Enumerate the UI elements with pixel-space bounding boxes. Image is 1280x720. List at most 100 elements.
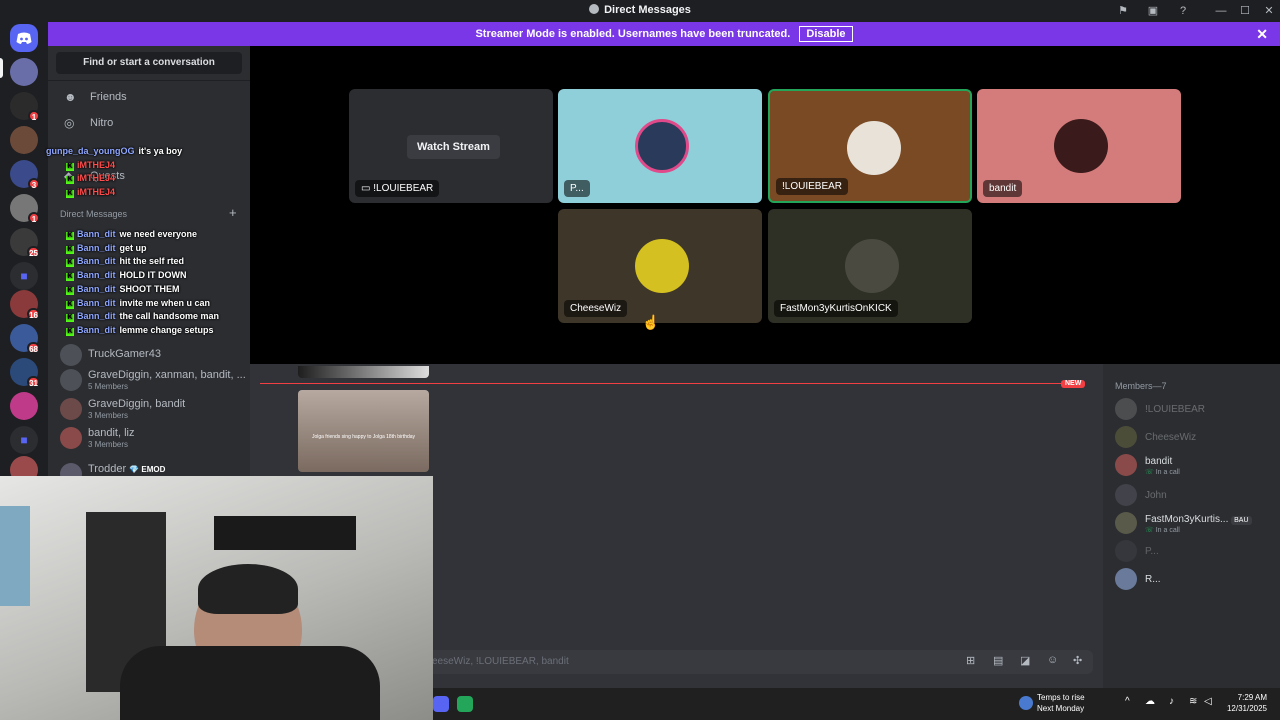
call-tile[interactable]: bandit [977,89,1181,203]
app-taskbar-icon[interactable] [457,696,473,712]
apps-icon[interactable]: ✣ [1073,654,1082,667]
mic-icon[interactable]: ♪ [1169,696,1174,707]
webcam-overlay [0,476,433,720]
tile-label: ▭ !LOUIEBEAR [355,180,440,197]
clock-time[interactable]: 7:29 AM [1225,693,1267,702]
unread-badge: 1 [28,110,40,122]
chat-username: iMTHEJ4 [77,159,116,170]
chat-username: Bann_dit [77,311,116,322]
guild-icon[interactable] [10,392,38,420]
chat-username: Bann_dit [77,256,116,267]
member-item[interactable]: CheeseWiz [1113,424,1278,450]
watch-stream-button[interactable]: Watch Stream [407,135,500,159]
disable-streamer-mode-button[interactable]: Disable [799,26,853,42]
kick-icon: K [66,259,74,268]
cloud-icon[interactable]: ☁ [1145,696,1155,707]
overlay-chat-line: K Bann_dit we need everyone [66,229,197,240]
close-banner-icon[interactable]: ✕ [1256,22,1268,46]
call-tile-stream[interactable]: Watch Stream ▭ !LOUIEBEAR [349,89,553,203]
member-status-text: In a call [1155,527,1180,534]
discord-home-icon[interactable] [10,24,38,52]
dm-members: 3 Members [88,411,129,420]
gift-icon[interactable]: ⊞ [966,654,975,667]
participant-avatar [635,239,689,293]
member-item[interactable]: P... [1113,538,1278,564]
member-item[interactable]: R... [1113,566,1278,592]
poster [0,506,30,606]
member-avatar [1115,540,1137,562]
dm-tag: 💎 EMOD [129,465,166,474]
clock-date[interactable]: 12/31/2025 [1215,704,1267,713]
call-tile-speaking[interactable]: !LOUIEBEAR [768,89,972,203]
overlay-chat-line: K Bann_dit lemme change setups [66,325,214,336]
overlay-chat-line: KiMTHEJ4 [66,187,119,198]
member-item[interactable]: !LOUIEBEAR [1113,396,1278,422]
dm-item[interactable]: GraveDiggin, xanman, bandit, ... 5 Membe… [56,366,246,394]
kick-icon: K [66,189,74,198]
dm-item[interactable]: bandit, liz 3 Members [56,424,242,452]
chat-username: Bann_dit [77,242,116,253]
chat-message: the call handsome man [119,311,220,322]
group-avatar [60,369,82,391]
dm-name: bandit, liz [88,427,135,439]
overlay-chat-line: K Bann_dit get up [66,243,147,254]
nav-friends[interactable]: ☻ Friends [56,85,242,109]
chat-message: get up [119,242,147,253]
sticker-icon[interactable]: ◪ [1020,654,1030,667]
overlay-chat-line: K Bann_dit the call handsome man [66,311,220,323]
member-item[interactable]: FastMon3yKurtis... BAU ☏ In a call [1113,510,1278,536]
tile-label: bandit [983,180,1023,197]
find-conversation-button[interactable]: Find or start a conversation [56,52,242,74]
call-tile[interactable]: P... [558,89,762,203]
call-tile[interactable]: CheeseWiz [558,209,762,323]
member-name-text: FastMon3yKurtis... [1145,514,1229,525]
close-window-button[interactable]: ✕ [1261,3,1277,19]
member-name: John [1145,490,1167,501]
help-icon[interactable]: ? [1175,3,1191,19]
folder-icon[interactable]: ■ [10,426,38,454]
friends-icon: ☻ [64,90,77,104]
unread-badge: 31 [27,376,40,388]
kick-icon: K [66,314,74,323]
member-item[interactable]: bandit ☏ In a call [1113,452,1278,478]
wifi-icon[interactable]: ≋ [1189,696,1197,707]
gif-icon[interactable]: ▤ [993,654,1003,667]
video-embed[interactable]: Jolga friends sing happy to Jolga 18th b… [298,390,429,472]
title-bar: Direct Messages ⚑ ▣ ? — ☐ ✕ [0,0,1280,22]
member-avatar [1115,454,1137,476]
unread-badge: 3 [28,178,40,190]
call-tile[interactable]: FastMon3yKurtisOnKICK [768,209,972,323]
nav-nitro[interactable]: ◎ Nitro [56,111,242,135]
guild-icon[interactable]: 3 [10,160,40,190]
guild-icon[interactable]: 1 [10,92,40,122]
dm-item[interactable]: TruckGamer43 [56,341,242,369]
dm-members: 3 Members [88,440,129,449]
guild-icon[interactable] [10,126,38,154]
guild-icon[interactable]: 16 [10,290,40,320]
chevron-up-icon[interactable]: ^ [1125,696,1130,707]
guild-icon[interactable]: 25 [10,228,40,258]
dm-item[interactable]: GraveDiggin, bandit 3 Members [56,395,242,423]
volume-icon[interactable]: ◁ [1204,696,1212,707]
unread-badge: 1 [28,212,40,224]
guild-icon[interactable]: 31 [10,358,40,388]
kick-icon: K [66,162,74,171]
embed-thumbnail [298,366,429,378]
guild-icon[interactable]: 1 [10,194,40,224]
taskbar: Temps to rise Next Monday ^ ☁ ♪ ≋ ◁ 7:29… [433,688,1280,720]
chat-username: iMTHEJ4 [77,186,116,197]
guild-avatar[interactable] [10,58,38,86]
guild-icon[interactable]: 68 [10,324,40,354]
inbox-icon[interactable]: ⚑ [1115,3,1131,19]
emoji-icon[interactable]: ☺ [1047,654,1058,666]
weather-title: Temps to rise [1037,693,1085,702]
member-item[interactable]: John [1113,482,1278,508]
minimize-button[interactable]: — [1213,3,1229,19]
discord-taskbar-icon[interactable] [433,696,449,712]
folder-icon[interactable]: ■ [10,262,38,290]
member-status-text: In a call [1155,469,1180,476]
member-avatar [1115,512,1137,534]
screen-icon[interactable]: ▣ [1145,3,1161,19]
maximize-button[interactable]: ☐ [1237,3,1253,19]
dm-tag-text: EMOD [141,465,166,474]
